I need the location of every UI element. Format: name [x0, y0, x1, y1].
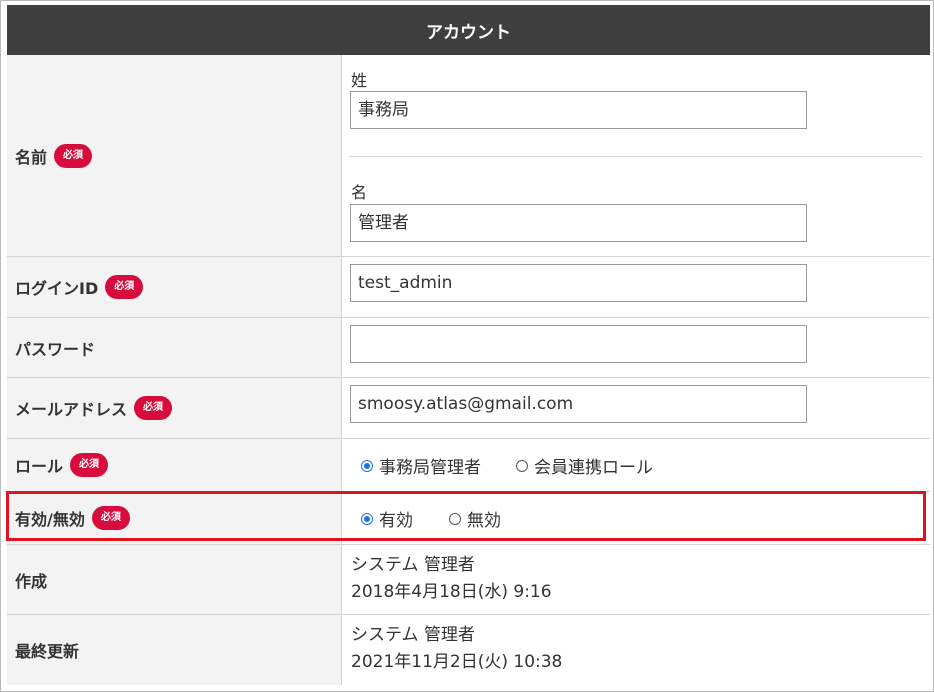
status-option-enabled-label: 有効	[379, 511, 413, 531]
row-password: パスワード	[7, 318, 930, 378]
required-badge: 必須	[105, 275, 144, 299]
role-option-admin[interactable]: 事務局管理者	[361, 453, 481, 478]
form-title: アカウント	[426, 22, 511, 43]
row-role-value-cell: 事務局管理者 会員連携ロール	[343, 439, 930, 491]
role-option-member-link-label: 会員連携ロール	[534, 458, 653, 478]
row-name-value-cell: 姓 事務局 名 管理者	[343, 55, 930, 256]
updated-datetime: 2021年11月2日(火) 10:38	[351, 652, 563, 672]
account-form: アカウント 名前 必須 姓 事務局 名 管理者 ログインID 必須 test_a…	[0, 0, 934, 692]
status-option-disabled[interactable]: 無効	[449, 506, 501, 531]
row-status-label-cell: 有効/無効 必須	[7, 492, 342, 544]
role-label: ロール	[15, 457, 64, 476]
row-login-id-value-cell: test_admin	[343, 257, 930, 317]
row-created-label-cell: 作成	[7, 545, 342, 614]
email-input[interactable]: smoosy.atlas@gmail.com	[350, 385, 807, 423]
role-option-member-link[interactable]: 会員連携ロール	[516, 453, 653, 478]
status-label: 有効/無効	[15, 510, 85, 529]
row-created-value-cell: システム 管理者 2018年4月18日(水) 9:16	[343, 545, 930, 614]
row-email-value-cell: smoosy.atlas@gmail.com	[343, 378, 930, 438]
status-option-enabled[interactable]: 有効	[361, 506, 413, 531]
last-name-label: 姓	[351, 71, 368, 90]
row-email: メールアドレス 必須 smoosy.atlas@gmail.com	[7, 378, 930, 439]
first-name-input[interactable]: 管理者	[350, 204, 807, 242]
password-label: パスワード	[15, 339, 96, 359]
row-name: 名前 必須 姓 事務局 名 管理者	[7, 55, 930, 257]
row-password-label-cell: パスワード	[7, 318, 342, 377]
radio-selected-icon[interactable]	[361, 512, 373, 525]
required-badge: 必須	[54, 143, 93, 168]
row-login-id-label-cell: ログインID 必須	[7, 257, 342, 317]
radio-unselected-icon[interactable]	[516, 459, 528, 472]
last-name-input[interactable]: 事務局	[350, 91, 807, 129]
row-role: ロール 必須 事務局管理者 会員連携ロール	[7, 439, 930, 492]
required-badge: 必須	[91, 506, 130, 530]
login-id-input[interactable]: test_admin	[350, 264, 807, 302]
row-status: 有効/無効 必須 有効 無効	[7, 492, 930, 545]
password-input[interactable]	[350, 325, 807, 363]
form-header: アカウント	[7, 5, 930, 55]
first-name-label: 名	[351, 183, 368, 202]
row-role-label-cell: ロール 必須	[7, 439, 342, 491]
required-badge: 必須	[70, 453, 109, 477]
row-login-id: ログインID 必須 test_admin	[7, 257, 930, 318]
created-datetime: 2018年4月18日(水) 9:16	[351, 582, 552, 602]
email-label: メールアドレス	[15, 400, 128, 419]
login-id-label: ログインID	[15, 279, 99, 298]
name-label: 名前	[15, 147, 48, 167]
status-option-disabled-label: 無効	[467, 511, 501, 531]
row-email-label-cell: メールアドレス 必須	[7, 378, 342, 438]
required-badge: 必須	[134, 396, 173, 420]
created-label: 作成	[15, 571, 48, 591]
updated-user: システム 管理者	[351, 625, 475, 645]
radio-selected-icon[interactable]	[361, 459, 373, 472]
row-created: 作成 システム 管理者 2018年4月18日(水) 9:16	[7, 545, 930, 615]
row-updated: 最終更新 システム 管理者 2021年11月2日(火) 10:38	[7, 615, 930, 685]
row-password-value-cell	[343, 318, 930, 377]
row-name-label-cell: 名前 必須	[7, 55, 342, 256]
updated-label: 最終更新	[15, 642, 80, 661]
row-status-value-cell: 有効 無効	[343, 492, 930, 544]
name-divider	[349, 156, 922, 157]
radio-unselected-icon[interactable]	[449, 512, 461, 525]
row-updated-value-cell: システム 管理者 2021年11月2日(火) 10:38	[343, 615, 930, 685]
role-option-admin-label: 事務局管理者	[379, 458, 481, 478]
created-user: システム 管理者	[351, 555, 475, 575]
row-updated-label-cell: 最終更新	[7, 615, 342, 685]
